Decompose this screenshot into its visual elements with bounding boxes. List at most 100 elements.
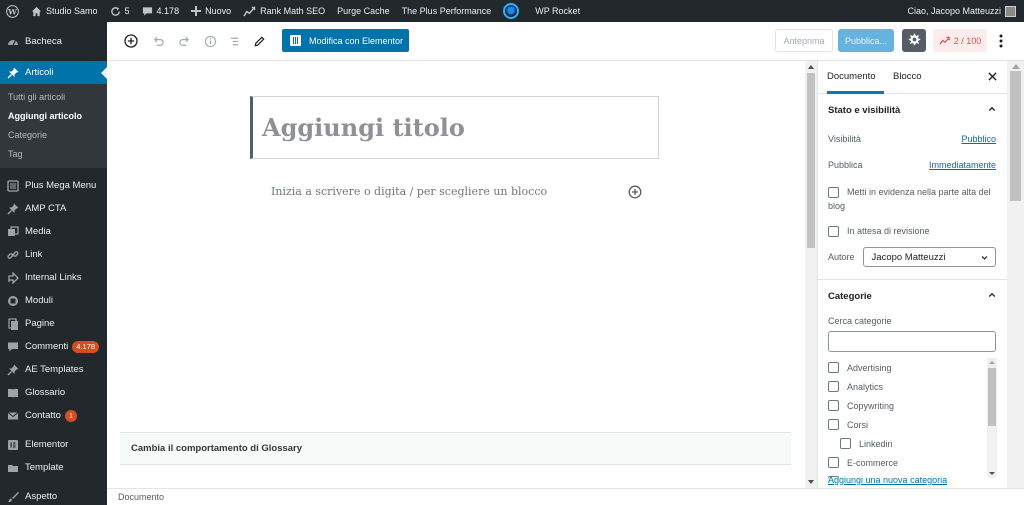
sidebar-item-pages[interactable]: Pagine — [0, 312, 107, 335]
publish-date-label: Pubblica — [828, 160, 863, 170]
visibility-link[interactable]: Pubblico — [961, 134, 996, 144]
sidebar-item-plus-mega-menu[interactable]: Plus Mega Menu — [0, 174, 107, 197]
category-checkbox[interactable] — [828, 419, 839, 430]
submenu-add-article[interactable]: Aggiungi articolo — [0, 107, 107, 126]
wp-rocket-link[interactable]: WP Rocket — [529, 0, 586, 22]
undo-icon[interactable] — [148, 31, 168, 51]
plus-performance-link[interactable]: The Plus Performance — [396, 0, 498, 22]
block-navigation-icon[interactable] — [224, 31, 244, 51]
add-block-icon[interactable] — [121, 31, 141, 51]
status-visibility-panel-toggle[interactable]: Stato e visibilità — [818, 94, 1007, 126]
editor-toolbar: Modifica con Elementor Anteprima Pubblic… — [107, 22, 1024, 61]
category-checkbox[interactable] — [828, 362, 839, 373]
contact-badge: 1 — [64, 409, 78, 422]
category-checkbox[interactable] — [840, 438, 851, 449]
category-item[interactable]: Linkedin — [828, 434, 997, 453]
sidebar-item-modules[interactable]: Moduli — [0, 289, 107, 312]
sidebar-item-media[interactable]: Media — [0, 220, 107, 243]
sidebar-item-elementor[interactable]: Elementor — [0, 433, 107, 456]
sidebar-item-comments[interactable]: Commenti 4.178 — [0, 335, 107, 358]
rank-math-score-button[interactable]: 2 / 100 — [933, 29, 987, 52]
scrollbar-thumb[interactable] — [988, 368, 996, 426]
sidebar-item-label: Plus Mega Menu — [25, 180, 97, 191]
tab-block[interactable]: Blocco — [893, 61, 922, 94]
glossary-metabox-header[interactable]: Cambia il comportamento di Glossary — [120, 432, 791, 465]
updates-link[interactable]: 5 — [104, 0, 136, 22]
post-title-input[interactable]: Aggiungi titolo — [250, 96, 659, 159]
scroll-down-arrow-icon[interactable] — [808, 480, 814, 484]
editor-scrollbar[interactable] — [805, 61, 817, 488]
sidebar-item-label: Aspetto — [25, 491, 58, 502]
scroll-up-arrow-icon[interactable] — [1012, 64, 1020, 69]
category-item[interactable]: E-commerce — [828, 453, 997, 472]
scroll-up-arrow-icon[interactable] — [989, 361, 995, 364]
tab-document[interactable]: Documento — [827, 61, 884, 94]
close-icon[interactable] — [988, 69, 997, 84]
publish-button[interactable]: Pubblica... — [838, 29, 894, 52]
submenu-categories[interactable]: Categorie — [0, 126, 107, 145]
sidebar-item-articles[interactable]: Articoli — [0, 61, 107, 84]
sidebar-item-ae-templates[interactable]: AE Templates — [0, 358, 107, 381]
pending-review-checkbox[interactable] — [828, 226, 839, 237]
media-icon — [6, 225, 20, 239]
category-item[interactable]: Analytics — [828, 377, 997, 396]
more-options-icon[interactable] — [993, 31, 1009, 51]
redo-icon[interactable] — [174, 31, 194, 51]
author-select[interactable]: Jacopo Matteuzzi — [862, 247, 996, 267]
settings-button[interactable] — [902, 29, 926, 52]
categories-panel-toggle[interactable]: Categorie — [818, 280, 1007, 312]
category-checkbox[interactable] — [828, 457, 839, 468]
new-content-link[interactable]: Nuovo — [185, 0, 237, 22]
page-scrollbar[interactable] — [1007, 61, 1024, 488]
pending-review-option[interactable]: In attesa di revisione — [818, 224, 1007, 238]
sidebar-item-amp-cta[interactable]: AMP CTA — [0, 197, 107, 220]
search-categories-input[interactable] — [828, 331, 996, 352]
edit-with-elementor-button[interactable]: Modifica con Elementor — [282, 29, 409, 52]
svg-text:W: W — [7, 7, 17, 16]
sidebar-item-template[interactable]: Template — [0, 456, 107, 479]
sidebar-item-label: Commenti — [25, 341, 69, 352]
add-new-category-link[interactable]: Aggiungi una nuova categoria — [828, 475, 947, 485]
scroll-up-arrow-icon[interactable] — [808, 65, 814, 69]
submenu-all-articles[interactable]: Tutti gli articoli — [0, 88, 107, 107]
wordpress-logo-button[interactable]: W — [0, 0, 25, 22]
sidebar-item-link[interactable]: Link — [0, 243, 107, 266]
category-list-scrollbar[interactable] — [987, 358, 997, 478]
visibility-row: Visibilità Pubblico — [818, 126, 1007, 152]
rank-math-link[interactable]: Rank Math SEO — [237, 0, 331, 22]
category-item[interactable]: Advertising — [828, 358, 997, 377]
paragraph-block-placeholder[interactable]: Inizia a scrivere o digita / per sceglie… — [271, 185, 547, 198]
scrollbar-thumb[interactable] — [807, 73, 815, 248]
site-name-link[interactable]: Studio Samo — [25, 0, 104, 22]
scroll-down-arrow-icon[interactable] — [989, 472, 995, 475]
pages-icon — [6, 317, 20, 331]
account-menu[interactable]: Ciao, Jacopo Matteuzzi — [901, 0, 1024, 22]
purge-cache-link[interactable]: Purge Cache — [331, 0, 396, 22]
preview-button[interactable]: Anteprima — [775, 29, 833, 52]
comments-link[interactable]: 4.178 — [136, 0, 186, 22]
author-value: Jacopo Matteuzzi — [871, 251, 946, 263]
category-checkbox[interactable] — [828, 400, 839, 411]
plus-icon — [191, 6, 202, 16]
gear-icon — [908, 33, 921, 48]
info-icon[interactable] — [200, 31, 220, 51]
block-inserter-icon[interactable] — [628, 185, 642, 199]
publish-date-link[interactable]: Immediatamente — [929, 160, 996, 170]
performance-logo-link[interactable] — [497, 0, 529, 22]
category-checkbox[interactable] — [828, 381, 839, 392]
admin-sidebar: Bacheca Articoli Tutti gli articoli Aggi… — [0, 22, 107, 505]
sidebar-item-appearance[interactable]: Aspetto — [0, 485, 107, 505]
sidebar-item-contact[interactable]: Contatto 1 — [0, 404, 107, 427]
sidebar-item-dashboard[interactable]: Bacheca — [0, 30, 107, 53]
sticky-option[interactable]: Metti in evidenza nella parte alta del b… — [818, 185, 1007, 213]
category-item[interactable]: Copywriting — [828, 396, 997, 415]
category-item[interactable]: Corsi — [828, 415, 997, 434]
sidebar-item-internal-links[interactable]: Internal Links — [0, 266, 107, 289]
updates-count: 5 — [124, 6, 130, 16]
sidebar-item-glossary[interactable]: Glossario — [0, 381, 107, 404]
submenu-tags[interactable]: Tag — [0, 145, 107, 164]
pushpin-icon — [6, 66, 20, 80]
settings-tabs: Documento Blocco — [818, 61, 1007, 94]
scrollbar-thumb[interactable] — [1010, 71, 1021, 201]
edit-pencil-icon[interactable] — [249, 31, 269, 51]
